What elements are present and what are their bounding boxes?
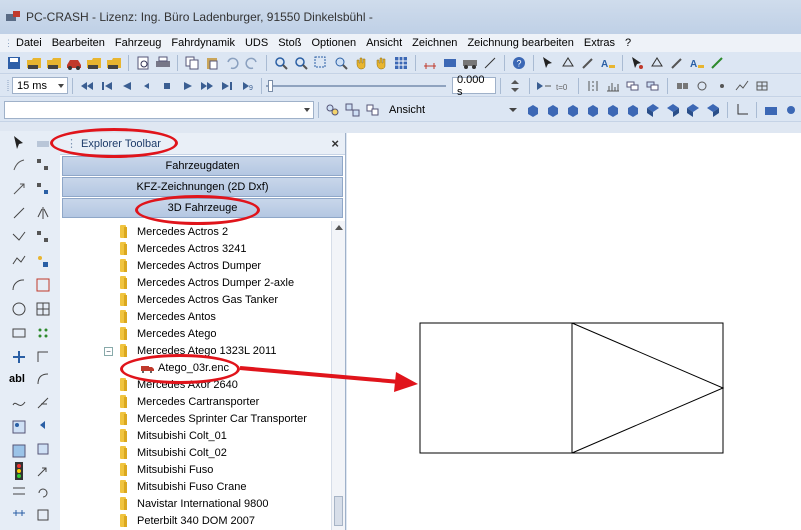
pc-crash-window: PC-CRASH - Lizenz: Ing. Büro Ladenburger… [0,0,801,530]
annotation-arrow-icon [239,366,418,392]
